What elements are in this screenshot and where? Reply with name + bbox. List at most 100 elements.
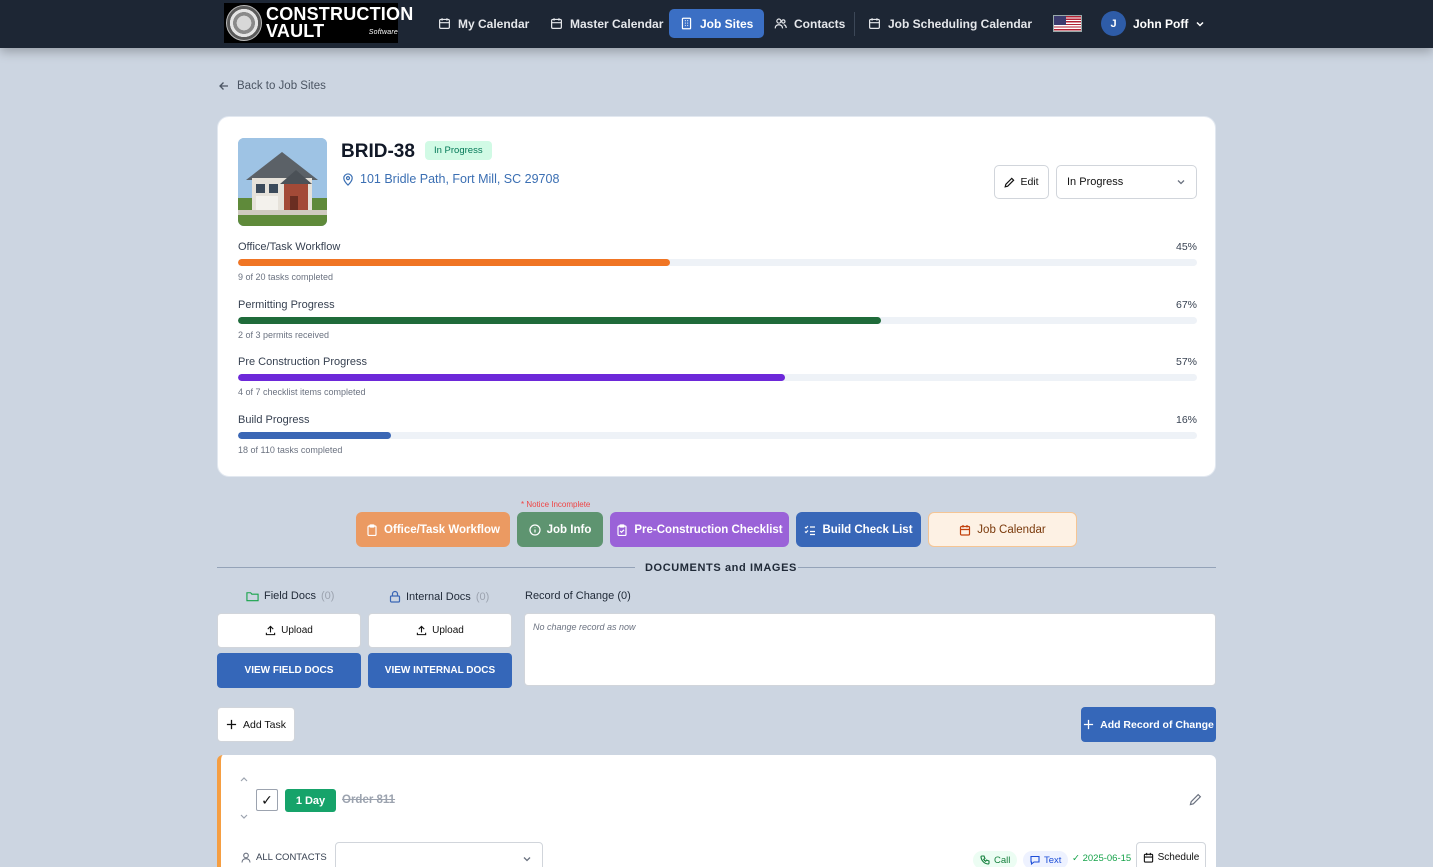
task-duration-badge: 1 Day (285, 789, 336, 812)
nav-label: Master Calendar (570, 16, 664, 31)
calendar-icon (439, 18, 450, 29)
job-title: BRID-38 (341, 141, 415, 162)
upload-field-docs-button[interactable]: Upload (217, 613, 361, 648)
schedule-button[interactable]: Schedule (1136, 842, 1206, 867)
section-divider (217, 567, 635, 568)
progress-percent: 57% (1175, 356, 1197, 368)
call-label: Call (994, 854, 1011, 866)
chevron-down-icon (523, 857, 531, 862)
user-icon (241, 852, 251, 863)
calendar-icon (869, 18, 880, 29)
field-docs-label: Field Docs (264, 590, 316, 602)
upload-icon (265, 625, 276, 636)
job-site-photo[interactable] (238, 138, 327, 226)
nav-label: Job Scheduling Calendar (888, 16, 1033, 31)
progress-subtext: 2 of 3 permits received (238, 330, 330, 340)
logo-tagline: Software (368, 29, 398, 36)
plus-icon (1084, 719, 1094, 730)
progress-subtext: 9 of 20 tasks completed (238, 272, 334, 282)
nav-label: My Calendar (458, 16, 530, 31)
calendar-icon (960, 524, 971, 536)
add-task-button[interactable]: Add Task (217, 707, 295, 742)
progress-track (238, 432, 1197, 439)
progress-track (238, 317, 1197, 324)
view-field-docs-button[interactable]: VIEW FIELD DOCS (217, 653, 361, 688)
progress-percent: 45% (1175, 241, 1197, 253)
progress-subtext: 4 of 7 checklist items completed (238, 387, 366, 397)
internal-docs-title: Internal Docs (0) (389, 590, 489, 603)
progress-fill (238, 432, 392, 439)
nav-master-calendar[interactable]: Master Calendar (539, 9, 674, 38)
status-select-value: In Progress (1067, 176, 1124, 188)
app-logo[interactable]: CONSTRUCTION VAULT Software (224, 3, 413, 43)
office-task-workflow-button[interactable]: Office/Task Workflow (356, 512, 510, 547)
folder-icon (246, 592, 259, 602)
edit-label: Edit (1020, 176, 1039, 188)
edit-task-pencil-icon[interactable] (1189, 793, 1202, 811)
user-menu[interactable]: J John Poff (1101, 11, 1205, 36)
progress-label: Office/Task Workflow (238, 241, 341, 253)
job-status-select[interactable]: In Progress (1056, 165, 1197, 199)
job-calendar-button[interactable]: Job Calendar (928, 512, 1077, 547)
progress-fill (238, 317, 881, 324)
info-icon (529, 523, 541, 536)
progress-subtext: 18 of 110 tasks completed (238, 445, 343, 455)
move-down-icon[interactable] (239, 813, 249, 824)
avatar: J (1101, 11, 1126, 36)
progress-fill (238, 374, 785, 381)
build-check-list-button[interactable]: Build Check List (796, 512, 921, 547)
nav-job-scheduling-calendar[interactable]: Job Scheduling Calendar (857, 9, 1043, 38)
record-of-change-box: No change record as now (524, 613, 1216, 686)
plus-icon (226, 719, 237, 730)
progress-percent: 16% (1175, 414, 1197, 426)
task-name: Order 811 (342, 794, 396, 806)
progress-percent: 67% (1175, 299, 1197, 311)
button-label: Pre-Construction Checklist (634, 523, 783, 536)
button-label: Job Info (546, 523, 592, 536)
job-summary-card: BRID-38 In Progress 101 Bridle Path, For… (217, 116, 1216, 477)
users-icon (774, 18, 787, 29)
edit-job-button[interactable]: Edit (994, 165, 1049, 199)
add-record-of-change-button[interactable]: Add Record of Change (1081, 707, 1216, 742)
add-record-label: Add Record of Change (1100, 718, 1214, 731)
nav-divider (854, 12, 855, 36)
documents-heading: DOCUMENTS and IMAGES (645, 562, 797, 574)
chevron-down-icon (1177, 180, 1185, 185)
notice-incomplete: * Notice Incomplete (521, 500, 591, 509)
upload-label: Upload (432, 625, 464, 636)
view-internal-docs-button[interactable]: VIEW INTERNAL DOCS (368, 653, 512, 688)
all-contacts-label: ALL CONTACTS (241, 852, 327, 863)
call-button[interactable]: Call (973, 851, 1018, 867)
section-divider (798, 567, 1216, 568)
top-nav-bar: CONSTRUCTION VAULT Software My Calendar … (0, 0, 1433, 48)
clipboard-check-icon (617, 523, 627, 536)
field-docs-title: Field Docs (0) (246, 590, 334, 602)
schedule-label: Schedule (1157, 851, 1200, 863)
status-badge: In Progress (425, 141, 492, 160)
progress-label: Build Progress (238, 414, 310, 426)
task-date: ✓ 2025-06-15 (1072, 853, 1132, 864)
task-complete-checkbox[interactable]: ✓ (256, 789, 278, 811)
button-label: Build Check List (822, 523, 913, 536)
list-check-icon (805, 525, 816, 535)
upload-icon (416, 625, 427, 636)
nav-my-calendar[interactable]: My Calendar (427, 9, 540, 38)
progress-label: Pre Construction Progress (238, 356, 367, 368)
pre-construction-checklist-button[interactable]: Pre-Construction Checklist (610, 512, 789, 547)
job-info-button[interactable]: Job Info (517, 512, 603, 547)
move-up-icon[interactable] (239, 775, 249, 786)
map-pin-icon (343, 172, 353, 186)
calendar-icon (1143, 852, 1153, 863)
job-address-link[interactable]: 101 Bridle Path, Fort Mill, SC 29708 (342, 172, 559, 186)
progress-track (238, 374, 1197, 381)
contacts-select[interactable] (335, 842, 543, 867)
us-flag-icon[interactable] (1053, 15, 1082, 32)
back-to-job-sites-link[interactable]: Back to Job Sites (218, 80, 326, 92)
lock-icon (389, 590, 401, 603)
nav-job-sites[interactable]: Job Sites (669, 9, 765, 38)
pencil-icon (1004, 177, 1015, 188)
text-button[interactable]: Text (1023, 851, 1069, 867)
button-label: Office/Task Workflow (384, 523, 500, 536)
upload-internal-docs-button[interactable]: Upload (368, 613, 512, 648)
nav-contacts[interactable]: Contacts (763, 9, 856, 38)
